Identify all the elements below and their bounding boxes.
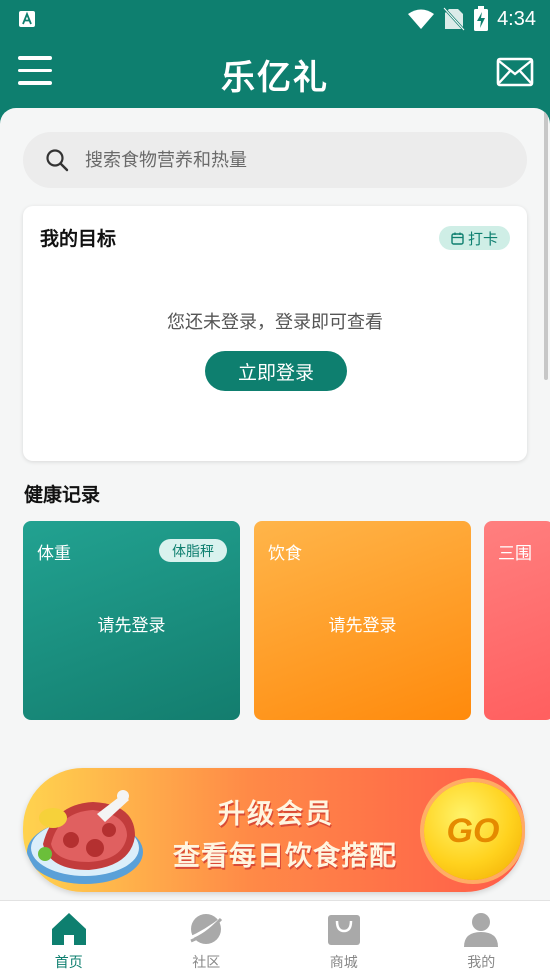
mail-icon[interactable] [496, 56, 534, 88]
scrollbar[interactable] [544, 108, 548, 380]
diet-card-message: 请先登录 [328, 616, 397, 636]
no-sim-icon [443, 7, 465, 31]
nav-shop[interactable]: 商城 [275, 901, 413, 977]
shopping-bag-icon [327, 915, 360, 945]
upgrade-membership-banner[interactable]: 升级会员 查看每日饮食搭配 GO [23, 768, 525, 892]
search-input[interactable] [85, 149, 485, 171]
battery-charging-icon [474, 6, 489, 31]
nav-shop-label: 商城 [329, 955, 358, 971]
body-fat-scale-button[interactable]: 体脂秤 [159, 539, 227, 562]
app-title: 乐亿礼 [221, 58, 329, 98]
login-button[interactable]: 立即登录 [205, 351, 347, 391]
go-button[interactable]: GO [424, 782, 522, 880]
calendar-icon [451, 232, 464, 245]
health-records-title: 健康记录 [24, 484, 101, 506]
weight-card-message: 请先登录 [97, 616, 166, 636]
status-bar: 4:34 [0, 0, 550, 38]
goal-title: 我的目标 [40, 228, 117, 250]
diet-card[interactable]: 饮食 请先登录 [254, 521, 471, 720]
checkin-button[interactable]: 打卡 [438, 226, 510, 250]
status-time: 4:34 [497, 7, 536, 30]
search-bar[interactable] [23, 132, 527, 188]
goal-card: 我的目标 打卡 您还未登录，登录即可查看 立即登录 [23, 206, 527, 461]
nav-home[interactable]: 首页 [0, 901, 138, 977]
weight-card[interactable]: 体重 体脂秤 请先登录 [23, 521, 240, 720]
planet-icon [187, 914, 226, 944]
weight-card-title: 体重 [37, 544, 71, 564]
main-content: 我的目标 打卡 您还未登录，登录即可查看 立即登录 健康记录 体重 体脂秤 请先… [0, 108, 550, 900]
search-icon [46, 149, 69, 172]
diet-card-title: 饮食 [268, 544, 302, 564]
nav-home-label: 首页 [54, 955, 83, 971]
user-icon [464, 913, 499, 947]
login-prompt: 您还未登录，登录即可查看 [167, 312, 383, 333]
home-icon [51, 913, 86, 945]
measurements-card-title: 三围 [498, 544, 532, 564]
wifi-icon [408, 9, 435, 29]
steak-illustration [27, 790, 143, 884]
nav-community-label: 社区 [192, 955, 221, 971]
nav-profile-label: 我的 [467, 955, 496, 971]
app-notification-icon [19, 11, 35, 27]
nav-profile[interactable]: 我的 [413, 901, 550, 977]
checkin-label: 打卡 [467, 229, 498, 248]
banner-subtitle: 查看每日饮食搭配 [173, 841, 397, 872]
nav-community[interactable]: 社区 [138, 901, 276, 977]
bottom-nav: 首页 社区 商城 我的 [0, 900, 550, 977]
measurements-card[interactable]: 三围 [484, 521, 550, 720]
banner-title: 升级会员 [218, 799, 334, 830]
app-header: 乐亿礼 [0, 38, 550, 108]
